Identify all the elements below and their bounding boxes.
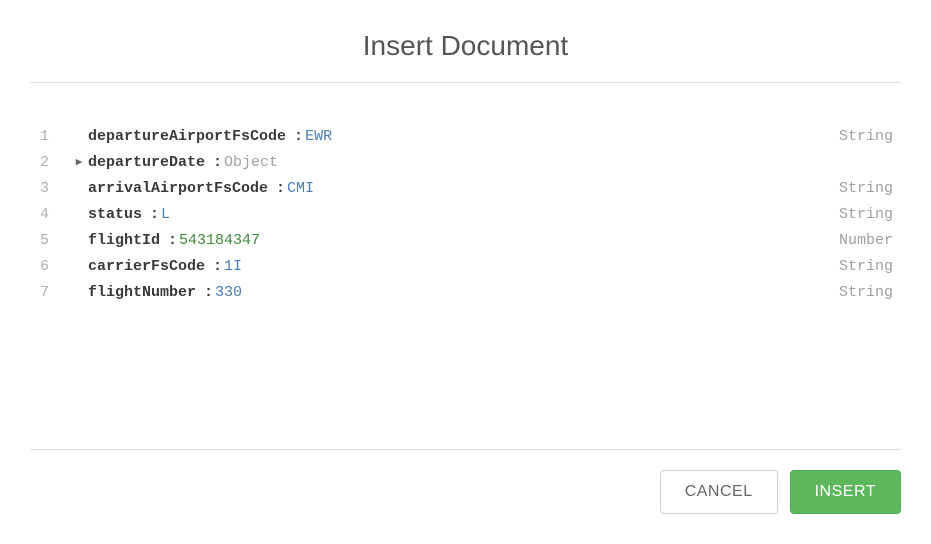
field-key[interactable]: status: [88, 206, 142, 223]
colon: :: [213, 154, 222, 171]
field-key[interactable]: carrierFsCode: [88, 258, 205, 275]
field-content[interactable]: departureAirportFsCode:EWR: [88, 128, 811, 145]
colon: :: [204, 284, 213, 301]
field-type[interactable]: Number: [811, 232, 901, 249]
field-type[interactable]: String: [811, 284, 901, 301]
field-value[interactable]: CMI: [287, 180, 314, 197]
cancel-button[interactable]: CANCEL: [660, 470, 778, 514]
field-value[interactable]: L: [161, 206, 170, 223]
line-number: 7: [30, 284, 70, 301]
document-editor[interactable]: 1departureAirportFsCode:EWRString2▶depar…: [30, 83, 901, 449]
field-key[interactable]: arrivalAirportFsCode: [88, 180, 268, 197]
insert-document-dialog: Insert Document 1 departureAirportFsCode:…: [0, 0, 931, 544]
insert-button[interactable]: INSERT: [790, 470, 901, 514]
field-content[interactable]: arrivalAirportFsCode:CMI: [88, 180, 811, 197]
field-content[interactable]: flightNumber:330: [88, 284, 811, 301]
field-type[interactable]: String: [811, 180, 901, 197]
field-value[interactable]: 543184347: [179, 232, 260, 249]
field-key[interactable]: departureAirportFsCode: [88, 128, 286, 145]
colon: :: [294, 128, 303, 145]
field-value[interactable]: EWR: [305, 128, 332, 145]
field-value[interactable]: Object: [224, 154, 278, 171]
editor-row[interactable]: 6carrierFsCode:1IString: [30, 253, 901, 279]
editor-row[interactable]: 4status:LString: [30, 201, 901, 227]
colon: :: [276, 180, 285, 197]
line-number: 4: [30, 206, 70, 223]
field-content[interactable]: carrierFsCode:1I: [88, 258, 811, 275]
editor-row[interactable]: 1departureAirportFsCode:EWRString: [30, 123, 901, 149]
line-number: 1: [30, 128, 70, 145]
colon: :: [213, 258, 222, 275]
field-content[interactable]: status:L: [88, 206, 811, 223]
field-key[interactable]: departureDate: [88, 154, 205, 171]
colon: :: [168, 232, 177, 249]
line-number: 3: [30, 180, 70, 197]
field-value[interactable]: 1I: [224, 258, 242, 275]
colon: :: [150, 206, 159, 223]
field-value[interactable]: 330: [215, 284, 242, 301]
field-type[interactable]: String: [811, 206, 901, 223]
line-number: 2: [30, 154, 70, 171]
dialog-footer: CANCEL INSERT: [30, 450, 901, 524]
editor-row[interactable]: 2▶departureDate:Object: [30, 149, 901, 175]
field-content[interactable]: flightId:543184347: [88, 232, 811, 249]
field-type[interactable]: String: [811, 128, 901, 145]
field-key[interactable]: flightNumber: [88, 284, 196, 301]
line-number: 6: [30, 258, 70, 275]
field-type[interactable]: String: [811, 258, 901, 275]
editor-row[interactable]: 5flightId:543184347Number: [30, 227, 901, 253]
editor-row[interactable]: 7flightNumber:330String: [30, 279, 901, 305]
dialog-title: Insert Document: [30, 20, 901, 82]
field-key[interactable]: flightId: [88, 232, 160, 249]
line-number: 5: [30, 232, 70, 249]
expand-toggle-icon[interactable]: ▶: [70, 155, 88, 169]
field-content[interactable]: departureDate:Object: [88, 154, 811, 171]
editor-row[interactable]: 3arrivalAirportFsCode:CMIString: [30, 175, 901, 201]
